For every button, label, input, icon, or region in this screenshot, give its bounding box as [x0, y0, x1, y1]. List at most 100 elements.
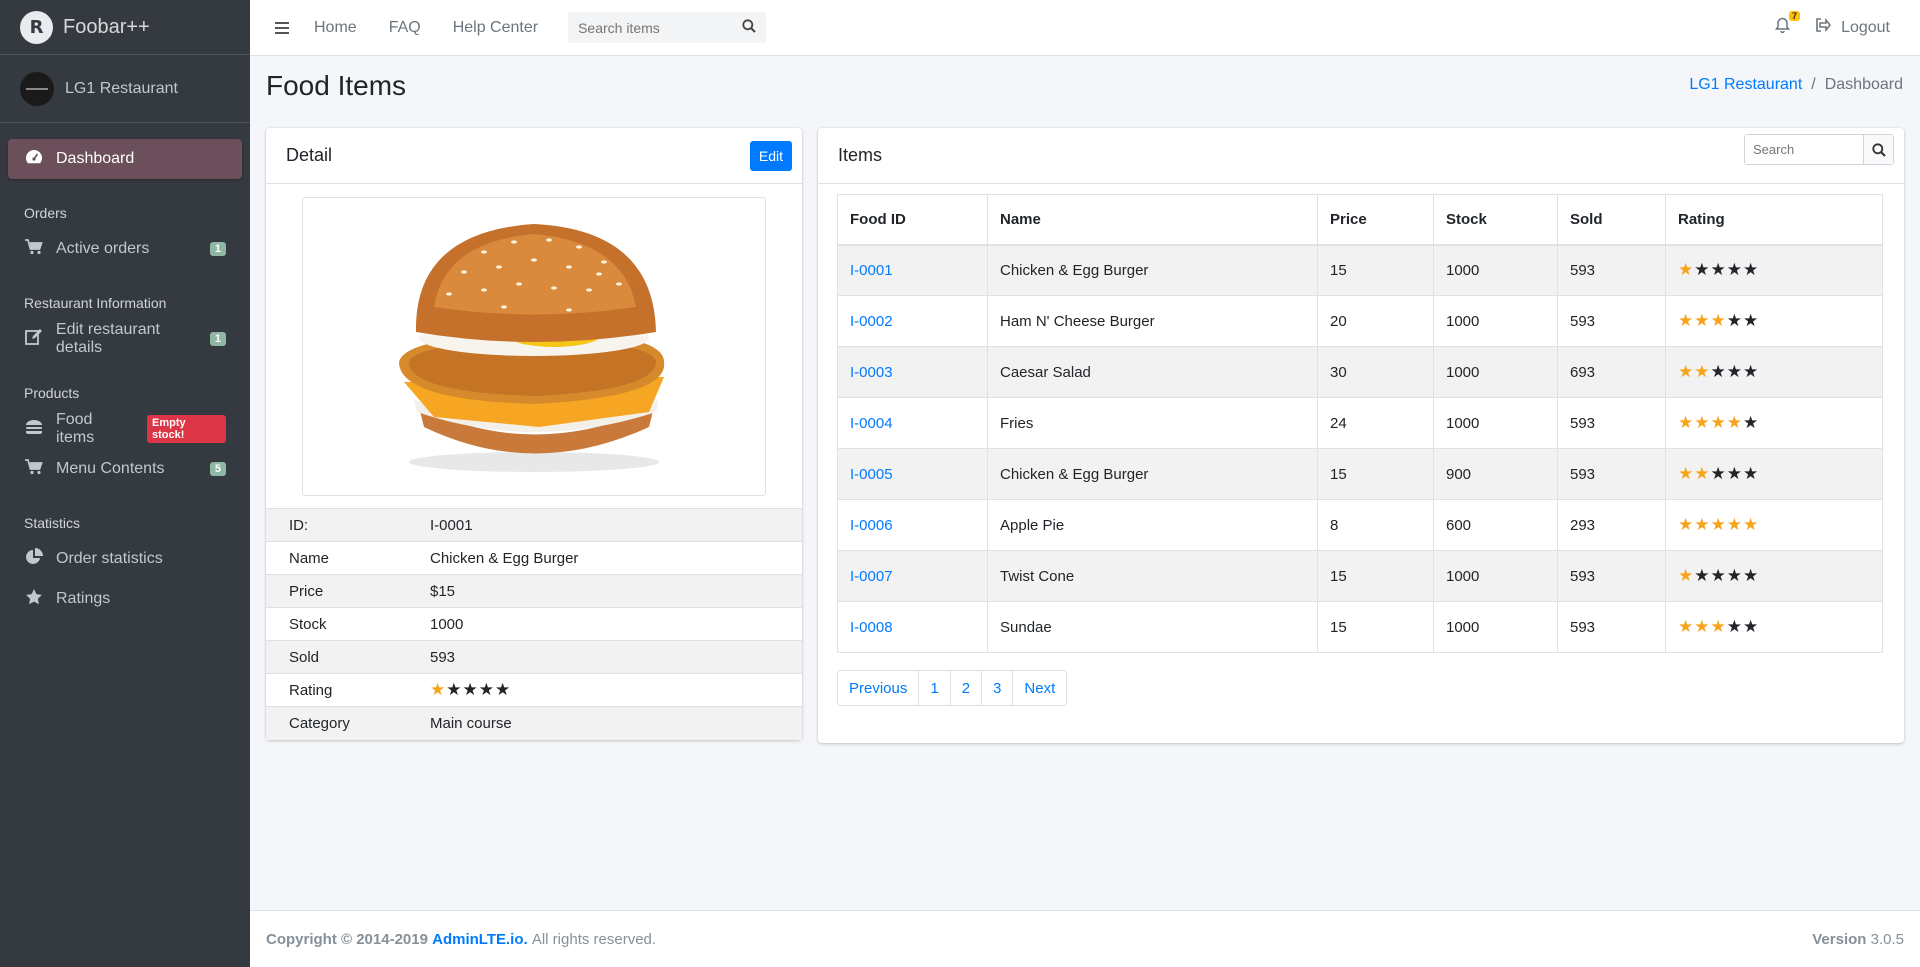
table-row[interactable]: I-0002 Ham N' Cheese Burger 20 1000 593 ★ ★ ★ ★ ★ [837, 295, 1883, 347]
brand-link[interactable]: R Foobar++ [0, 0, 250, 55]
food-id-link[interactable]: I-0001 [850, 262, 893, 279]
star-filled-icon: ★ [1710, 514, 1726, 535]
cell-price: 30 [1317, 346, 1434, 398]
table-row[interactable]: I-0008 Sundae 15 1000 593 ★ ★ ★ ★ ★ [837, 601, 1883, 653]
star-filled-icon: ★ [1726, 412, 1742, 433]
logout-link[interactable]: Logout [1815, 17, 1890, 37]
food-id-link[interactable]: I-0003 [850, 364, 893, 381]
sidebar-item-ratings[interactable]: Ratings [8, 579, 242, 619]
detail-row-sold: Sold 593 [266, 640, 802, 674]
hamburger-icon [24, 419, 44, 440]
star-empty-icon: ★ [1710, 463, 1726, 484]
footer: Copyright © 2014-2019 AdminLTE.io. All r… [250, 910, 1920, 967]
food-id-link[interactable]: I-0007 [850, 568, 893, 585]
cell-stock: 1000 [1433, 601, 1558, 653]
sidebar-item-active-orders[interactable]: Active orders 1 [8, 229, 242, 269]
table-row[interactable]: I-0006 Apple Pie 8 600 293 ★ ★ ★ ★ ★ [837, 499, 1883, 551]
column-header-sold[interactable]: Sold [1557, 194, 1666, 246]
nav-header-restaurant-information: Restaurant Information [24, 295, 167, 311]
sidebar-item-order-statistics[interactable]: Order statistics [8, 539, 242, 579]
items-search-input[interactable] [1745, 135, 1863, 164]
detail-row-price: Price $15 [266, 574, 802, 608]
food-id-link[interactable]: I-0005 [850, 466, 893, 483]
column-header-food-id[interactable]: Food ID [837, 194, 988, 246]
star-filled-icon: ★ [1726, 514, 1742, 535]
star-filled-icon: ★ [1694, 616, 1710, 637]
cell-price: 15 [1317, 244, 1434, 296]
cell-stock: 1000 [1433, 550, 1558, 602]
detail-value: I-0001 [430, 516, 473, 534]
sidebar-item-menu-contents[interactable]: Menu Contents 5 [8, 449, 242, 489]
sidebar-nav: Dashboard Orders Active orders 1 Restaur… [0, 139, 250, 619]
items-card: Items Food ID Name Price Stock Sold Rati… [818, 128, 1904, 743]
food-id-link[interactable]: I-0004 [850, 415, 893, 432]
search-input[interactable] [578, 19, 743, 36]
items-card-header: Items [818, 128, 1904, 184]
cell-rating: ★ ★ ★ ★ ★ [1665, 448, 1883, 500]
nav-link-faq[interactable]: FAQ [389, 19, 421, 37]
star-filled-icon: ★ [1694, 412, 1710, 433]
rating-stars: ★ ★ ★ ★ ★ [1678, 463, 1759, 484]
table-row[interactable]: I-0001 Chicken & Egg Burger 15 1000 593 ★ ★ ★ ★ ★ [837, 244, 1883, 296]
column-header-rating[interactable]: Rating [1665, 194, 1883, 246]
items-table: Food ID Name Price Stock Sold Rating I-0… [837, 194, 1883, 653]
star-filled-icon: ★ [1678, 361, 1694, 382]
detail-label: Sold [289, 648, 320, 666]
items-search-button[interactable] [1863, 135, 1893, 164]
star-icon [24, 588, 44, 611]
table-row[interactable]: I-0003 Caesar Salad 30 1000 693 ★ ★ ★ ★ ★ [837, 346, 1883, 398]
food-id-link[interactable]: I-0008 [850, 619, 893, 636]
column-header-stock[interactable]: Stock [1433, 194, 1558, 246]
star-empty-icon: ★ [1743, 616, 1759, 637]
pagination-page-2[interactable]: 2 [949, 671, 981, 705]
bell-icon [1775, 17, 1791, 37]
adminlte-link[interactable]: AdminLTE.io. [432, 931, 528, 948]
cell-name: Chicken & Egg Burger [987, 448, 1318, 500]
sidebar-item-label: Food items [55, 411, 95, 446]
breadcrumb-link-restaurant[interactable]: LG1 Restaurant [1689, 76, 1802, 94]
table-row[interactable]: I-0007 Twist Cone 15 1000 593 ★ ★ ★ ★ ★ [837, 550, 1883, 602]
sidebar-item-edit-restaurant-details[interactable]: Edit restaurant details 1 [8, 319, 242, 359]
detail-row-id: ID: I-0001 [266, 508, 802, 542]
sidebar-item-dashboard[interactable]: Dashboard [8, 139, 242, 179]
star-empty-icon: ★ [495, 679, 511, 700]
nav-link-help-center[interactable]: Help Center [453, 19, 538, 37]
star-filled-icon: ★ [1678, 412, 1694, 433]
cell-stock: 600 [1433, 499, 1558, 551]
edit-icon [24, 328, 44, 350]
breadcrumb-separator: / [1811, 76, 1816, 93]
detail-value: Chicken & Egg Burger [430, 549, 579, 567]
notifications-button[interactable]: 7 [1775, 11, 1801, 38]
burger-image [399, 223, 665, 472]
detail-table: ID: I-0001 Name Chicken & Egg Burger Price… [266, 508, 802, 740]
star-empty-icon: ★ [1726, 310, 1742, 331]
detail-value: 1000 [430, 615, 464, 633]
detail-row-category: Category Main course [266, 706, 802, 740]
menu-toggle-icon[interactable] [275, 19, 289, 37]
star-empty-icon: ★ [1726, 259, 1742, 280]
edit-button[interactable]: Edit [749, 141, 792, 171]
pagination-next[interactable]: Next [1012, 671, 1066, 705]
page-title: Food Items [266, 70, 407, 101]
cell-stock: 1000 [1433, 295, 1558, 347]
food-id-link[interactable]: I-0002 [850, 313, 893, 330]
rating-stars: ★ ★ ★ ★ ★ [1678, 567, 1759, 585]
cell-stock: 900 [1433, 448, 1558, 500]
star-empty-icon: ★ [1743, 310, 1759, 331]
avatar [20, 71, 54, 106]
pagination-page-1[interactable]: 1 [918, 671, 949, 705]
user-panel[interactable]: LG1 Restaurant [0, 55, 250, 123]
food-id-link[interactable]: I-0006 [850, 517, 893, 534]
detail-card-title: Detail [286, 145, 333, 165]
column-header-name[interactable]: Name [987, 194, 1318, 246]
pagination-previous[interactable]: Previous [838, 671, 918, 705]
column-header-price[interactable]: Price [1317, 194, 1434, 246]
pagination-page-3[interactable]: 3 [981, 671, 1012, 705]
sidebar-item-food-items[interactable]: Food items Empty stock! [8, 409, 242, 449]
table-row[interactable]: I-0004 Fries 24 1000 593 ★ ★ ★ ★ ★ [837, 397, 1883, 449]
search-icon[interactable] [742, 19, 756, 36]
nav-link-home[interactable]: Home [314, 19, 357, 37]
rating-stars: ★ ★ ★ ★ ★ [1678, 412, 1759, 433]
table-row[interactable]: I-0005 Chicken & Egg Burger 15 900 593 ★ ★ ★ ★ ★ [837, 448, 1883, 500]
nav-header-orders: Orders [24, 205, 67, 221]
